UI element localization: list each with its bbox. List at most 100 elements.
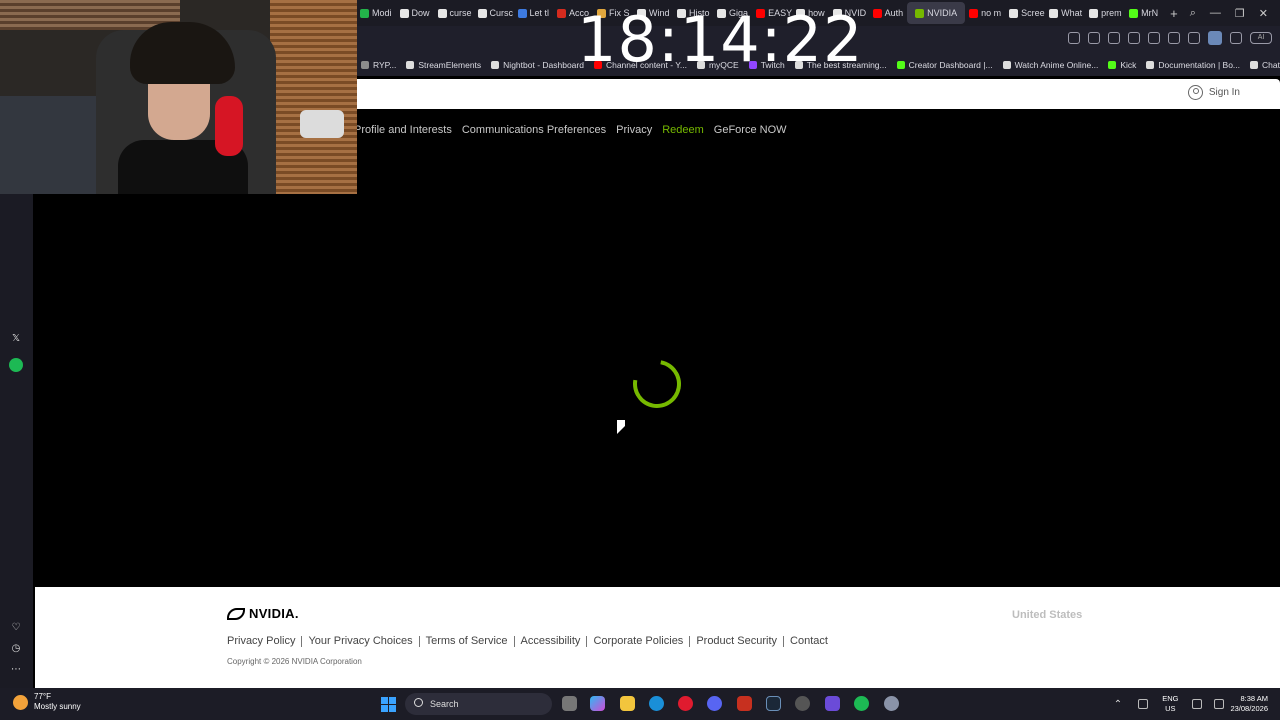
download-icon[interactable] bbox=[1168, 32, 1180, 44]
bookmark-item[interactable]: Documentation | Bo... bbox=[1141, 60, 1245, 70]
bookmark-item[interactable]: Nightbot - Dashboard bbox=[486, 60, 589, 70]
microphone bbox=[215, 96, 243, 156]
footer-link[interactable]: Privacy Policy bbox=[227, 635, 295, 647]
extension-icon[interactable] bbox=[1230, 32, 1242, 44]
stream-clock: 18:14:22 bbox=[577, 3, 864, 76]
chatgpt-icon[interactable] bbox=[795, 696, 810, 711]
weather-widget[interactable]: 77°F Mostly sunny bbox=[13, 692, 81, 712]
discord-icon[interactable] bbox=[707, 696, 722, 711]
bookmark-favicon-icon bbox=[1108, 61, 1117, 69]
microphone-icon[interactable] bbox=[1138, 699, 1149, 709]
weather-desc: Mostly sunny bbox=[34, 702, 81, 711]
bookmark-favicon-icon bbox=[491, 61, 500, 69]
shield-icon[interactable] bbox=[1108, 32, 1120, 44]
tab-label: MrN bbox=[1141, 8, 1159, 18]
copilot-icon[interactable] bbox=[590, 696, 605, 711]
tab-label: Cursc bbox=[489, 8, 514, 18]
footer-link[interactable]: Corporate Policies bbox=[593, 635, 683, 647]
browser-tab[interactable]: Let tl bbox=[514, 2, 554, 24]
file-explorer-icon[interactable] bbox=[620, 696, 635, 711]
calendar-grid-icon[interactable] bbox=[825, 696, 840, 711]
play-icon[interactable] bbox=[1128, 32, 1140, 44]
tab-label: Modi bbox=[372, 8, 392, 18]
edit-icon[interactable] bbox=[1068, 32, 1080, 44]
tab-label: prem bbox=[1101, 8, 1122, 18]
close-window-button[interactable]: ✕ bbox=[1259, 7, 1268, 20]
menu-icon[interactable] bbox=[1188, 32, 1200, 44]
camera-icon[interactable] bbox=[1088, 32, 1100, 44]
taskbar-time: 8:38 AM bbox=[1240, 694, 1268, 703]
browser-tab[interactable]: Dow bbox=[396, 2, 434, 24]
heart-icon[interactable]: ♡ bbox=[9, 621, 23, 635]
subnav-item[interactable]: Communications Preferences bbox=[462, 124, 606, 136]
bookmark-item[interactable]: ChatGPT bbox=[1245, 60, 1280, 70]
search-tabs-icon[interactable]: ⌕ bbox=[1190, 7, 1196, 20]
bookmark-favicon-icon bbox=[1002, 61, 1011, 69]
sign-in-label: Sign In bbox=[1208, 87, 1240, 98]
tab-label: NVIDIA bbox=[927, 8, 958, 18]
bookmark-item[interactable]: RYP... bbox=[356, 60, 401, 70]
nvidia-eye-icon bbox=[227, 607, 245, 620]
tab-favicon-icon bbox=[1129, 8, 1139, 18]
spotify-taskbar-icon[interactable] bbox=[854, 696, 869, 711]
subnav-item[interactable]: Redeem bbox=[662, 124, 704, 136]
task-view-icon[interactable] bbox=[562, 696, 577, 711]
edge-icon[interactable] bbox=[649, 696, 664, 711]
subnav-item[interactable]: Profile and Interests bbox=[354, 124, 452, 136]
new-tab-button[interactable]: + bbox=[1162, 6, 1186, 21]
volume-icon[interactable] bbox=[1214, 699, 1225, 709]
subnav-item[interactable]: GeForce NOW bbox=[714, 124, 787, 136]
footer-link[interactable]: Your Privacy Choices bbox=[308, 635, 412, 647]
footer-link[interactable]: Accessibility bbox=[521, 635, 581, 647]
x-twitter-icon[interactable]: 𝕏 bbox=[9, 332, 23, 346]
bookmark-label: Nightbot - Dashboard bbox=[503, 60, 584, 70]
webcam-overlay bbox=[0, 0, 357, 194]
region-selector[interactable]: United States bbox=[1012, 609, 1082, 621]
taskbar-search[interactable]: Search bbox=[405, 693, 552, 715]
heart-icon[interactable] bbox=[1148, 32, 1160, 44]
profile-avatar[interactable] bbox=[1208, 31, 1222, 45]
browser-tab[interactable]: What bbox=[1045, 2, 1085, 24]
display-icon[interactable] bbox=[1192, 699, 1203, 709]
bookmark-item[interactable]: Creator Dashboard |... bbox=[892, 60, 998, 70]
language-indicator[interactable]: ENG US bbox=[1162, 694, 1178, 714]
site-header: Sign In bbox=[356, 79, 1280, 109]
browser-tab[interactable]: prem bbox=[1085, 2, 1125, 24]
browser-tab[interactable]: curse bbox=[434, 2, 474, 24]
steam-icon[interactable] bbox=[766, 696, 781, 711]
restore-button[interactable]: ❐ bbox=[1235, 7, 1245, 20]
windows-start-icon[interactable] bbox=[381, 697, 396, 712]
browser-tab[interactable]: MrN bbox=[1125, 2, 1162, 24]
browser-tab[interactable]: Scree bbox=[1005, 2, 1045, 24]
footer-link[interactable]: Product Security bbox=[696, 635, 777, 647]
browser-tab[interactable]: Cursc bbox=[474, 2, 514, 24]
browser-tab[interactable]: Auth bbox=[869, 2, 908, 24]
browser-tab[interactable]: NVIDIA bbox=[907, 2, 966, 24]
spotify-icon[interactable] bbox=[9, 358, 23, 372]
sign-in-button[interactable]: Sign In bbox=[1187, 85, 1240, 100]
settings-gear-icon[interactable] bbox=[884, 696, 899, 711]
footer-link[interactable]: Contact bbox=[790, 635, 828, 647]
voicemeeter-icon[interactable] bbox=[737, 696, 752, 711]
history-icon[interactable]: ◷ bbox=[9, 642, 23, 656]
footer-link[interactable]: Terms of Service bbox=[426, 635, 508, 647]
subnav-item[interactable]: Privacy bbox=[616, 124, 652, 136]
link-separator bbox=[513, 635, 515, 647]
bookmark-item[interactable]: Kick bbox=[1103, 60, 1141, 70]
link-separator bbox=[689, 635, 691, 647]
tab-favicon-icon bbox=[399, 8, 409, 18]
taskbar-date: 23/08/2026 bbox=[1230, 704, 1268, 713]
more-icon[interactable]: ⋯ bbox=[9, 663, 23, 677]
chevron-up-icon[interactable]: ⌃ bbox=[1114, 699, 1122, 710]
browser-tab[interactable]: no m bbox=[965, 2, 1005, 24]
bookmark-item[interactable]: Watch Anime Online... bbox=[998, 60, 1104, 70]
minimize-button[interactable]: — bbox=[1210, 7, 1221, 19]
nvidia-logo[interactable]: NVIDIA. bbox=[227, 606, 299, 621]
ai-button[interactable]: AI bbox=[1250, 32, 1272, 44]
ring-light bbox=[300, 110, 344, 138]
opera-gx-icon[interactable] bbox=[678, 696, 693, 711]
clock-date[interactable]: 8:38 AM 23/08/2026 bbox=[1230, 694, 1280, 714]
bookmark-item[interactable]: StreamElements bbox=[401, 60, 486, 70]
browser-tab[interactable]: Modi bbox=[356, 2, 396, 24]
tab-favicon-icon bbox=[969, 8, 979, 18]
